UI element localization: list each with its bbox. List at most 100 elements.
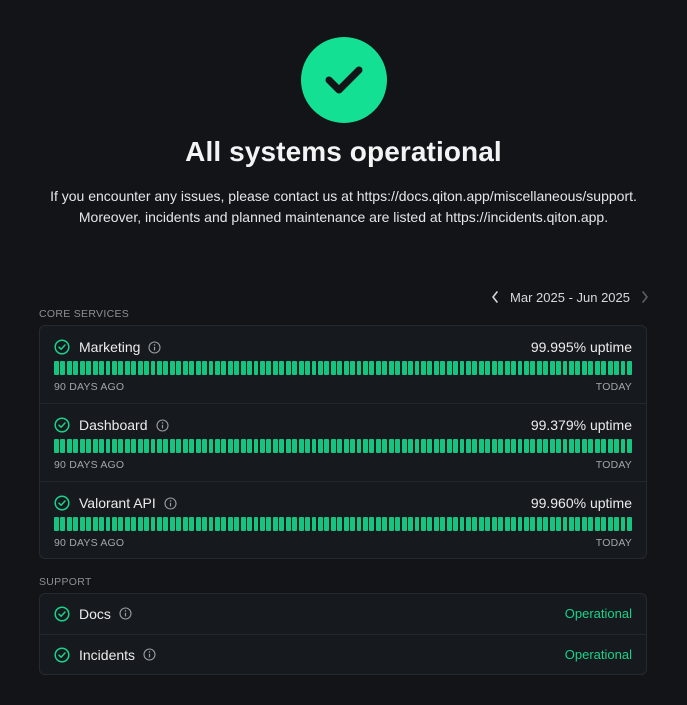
uptime-day-bar[interactable] <box>472 361 478 375</box>
uptime-day-bar[interactable] <box>530 361 536 375</box>
uptime-day-bar[interactable] <box>446 517 452 531</box>
uptime-day-bar[interactable] <box>562 439 568 453</box>
uptime-day-bar[interactable] <box>446 361 452 375</box>
uptime-day-bar[interactable] <box>556 517 562 531</box>
uptime-day-bar[interactable] <box>530 517 536 531</box>
uptime-day-bar[interactable] <box>330 517 336 531</box>
uptime-day-bar[interactable] <box>124 361 130 375</box>
uptime-day-bar[interactable] <box>60 439 66 453</box>
uptime-day-bar[interactable] <box>305 517 310 531</box>
uptime-day-bar[interactable] <box>350 517 356 531</box>
uptime-day-bar[interactable] <box>73 361 79 375</box>
uptime-day-bar[interactable] <box>356 439 362 453</box>
uptime-day-bar[interactable] <box>60 361 66 375</box>
uptime-day-bar[interactable] <box>163 517 169 531</box>
uptime-day-bar[interactable] <box>285 439 291 453</box>
uptime-day-bar[interactable] <box>453 439 459 453</box>
uptime-day-bar[interactable] <box>111 361 117 375</box>
uptime-day-bar[interactable] <box>150 517 156 531</box>
uptime-day-bar[interactable] <box>221 439 227 453</box>
uptime-day-bar[interactable] <box>292 517 298 531</box>
uptime-day-bar[interactable] <box>401 361 407 375</box>
uptime-day-bar[interactable] <box>626 361 632 375</box>
uptime-day-bar[interactable] <box>536 517 542 531</box>
uptime-day-bar[interactable] <box>189 439 195 453</box>
uptime-day-bar[interactable] <box>92 361 98 375</box>
uptime-day-bar[interactable] <box>485 439 491 453</box>
uptime-day-bar[interactable] <box>511 517 516 531</box>
uptime-day-bar[interactable] <box>594 361 600 375</box>
uptime-day-bar[interactable] <box>73 439 79 453</box>
uptime-day-bar[interactable] <box>478 517 484 531</box>
uptime-day-bar[interactable] <box>620 361 626 375</box>
uptime-day-bar[interactable] <box>105 361 111 375</box>
uptime-day-bar[interactable] <box>420 439 426 453</box>
uptime-day-bar[interactable] <box>99 517 104 531</box>
uptime-day-bar[interactable] <box>369 439 375 453</box>
uptime-day-bar[interactable] <box>601 517 607 531</box>
uptime-day-bar[interactable] <box>131 517 137 531</box>
uptime-day-bar[interactable] <box>375 439 381 453</box>
uptime-day-bar[interactable] <box>208 439 214 453</box>
uptime-day-bar[interactable] <box>543 517 549 531</box>
uptime-day-bar[interactable] <box>227 439 233 453</box>
uptime-day-bar[interactable] <box>472 517 478 531</box>
uptime-day-bar[interactable] <box>253 517 259 531</box>
uptime-day-bar[interactable] <box>369 517 375 531</box>
uptime-day-bar[interactable] <box>466 361 471 375</box>
uptime-day-bar[interactable] <box>620 517 626 531</box>
uptime-day-bar[interactable] <box>266 361 272 375</box>
uptime-day-bar[interactable] <box>66 361 72 375</box>
uptime-day-bar[interactable] <box>408 439 413 453</box>
uptime-day-bar[interactable] <box>382 361 388 375</box>
uptime-day-bar[interactable] <box>427 439 433 453</box>
uptime-day-bar[interactable] <box>517 439 523 453</box>
uptime-day-bar[interactable] <box>601 439 607 453</box>
uptime-day-bar[interactable] <box>459 517 465 531</box>
uptime-day-bar[interactable] <box>60 517 66 531</box>
uptime-day-bar[interactable] <box>272 439 278 453</box>
uptime-day-bar[interactable] <box>214 439 220 453</box>
uptime-day-bar[interactable] <box>569 517 574 531</box>
uptime-day-bar[interactable] <box>523 361 529 375</box>
uptime-day-bar[interactable] <box>363 517 368 531</box>
uptime-day-bar[interactable] <box>317 361 323 375</box>
uptime-day-bar[interactable] <box>73 517 79 531</box>
uptime-day-bar[interactable] <box>356 517 362 531</box>
uptime-day-bar[interactable] <box>118 439 124 453</box>
uptime-day-bar[interactable] <box>556 439 562 453</box>
uptime-day-bar[interactable] <box>272 361 278 375</box>
uptime-day-bar[interactable] <box>427 361 433 375</box>
uptime-day-bar[interactable] <box>594 517 600 531</box>
uptime-day-bar[interactable] <box>543 361 549 375</box>
uptime-day-bar[interactable] <box>588 361 594 375</box>
uptime-day-bar[interactable] <box>247 439 253 453</box>
uptime-day-bar[interactable] <box>478 439 484 453</box>
uptime-day-bar[interactable] <box>369 361 375 375</box>
uptime-day-bar[interactable] <box>240 439 246 453</box>
uptime-day-bar[interactable] <box>292 361 298 375</box>
uptime-day-bar[interactable] <box>137 439 143 453</box>
uptime-day-bar[interactable] <box>234 439 240 453</box>
uptime-day-bar[interactable] <box>626 517 632 531</box>
uptime-day-bar[interactable] <box>202 439 207 453</box>
uptime-day-bar[interactable] <box>588 517 594 531</box>
info-icon[interactable] <box>148 340 162 354</box>
uptime-day-bar[interactable] <box>189 517 195 531</box>
uptime-day-bar[interactable] <box>511 439 516 453</box>
uptime-day-bar[interactable] <box>549 439 555 453</box>
uptime-day-bar[interactable] <box>569 439 574 453</box>
uptime-day-bar[interactable] <box>124 517 130 531</box>
uptime-day-bar[interactable] <box>86 361 92 375</box>
uptime-day-bar[interactable] <box>79 517 85 531</box>
uptime-day-bar[interactable] <box>169 361 175 375</box>
uptime-day-bar[interactable] <box>350 439 356 453</box>
uptime-day-bar[interactable] <box>157 517 162 531</box>
uptime-day-bar[interactable] <box>157 439 162 453</box>
uptime-day-bar[interactable] <box>575 517 581 531</box>
uptime-day-bar[interactable] <box>298 517 304 531</box>
uptime-day-bar[interactable] <box>253 439 259 453</box>
uptime-day-bar[interactable] <box>569 361 574 375</box>
uptime-day-bar[interactable] <box>440 361 446 375</box>
uptime-day-bar[interactable] <box>260 439 265 453</box>
